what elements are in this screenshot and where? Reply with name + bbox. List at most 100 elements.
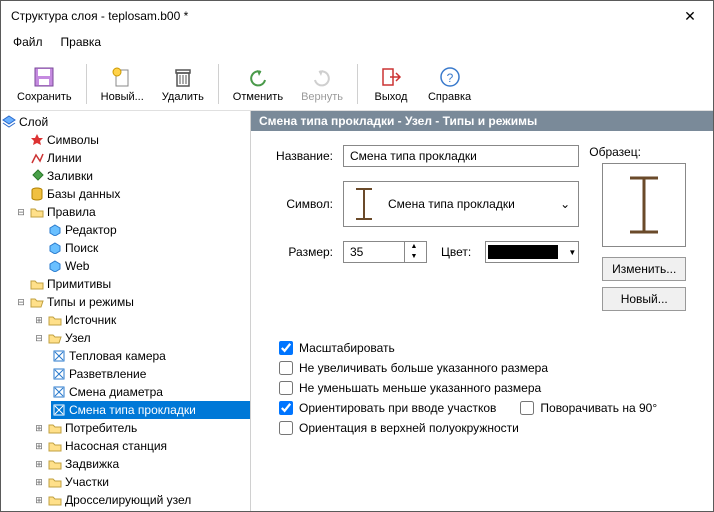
color-label: Цвет: <box>441 245 471 259</box>
expand-icon[interactable]: ⊞ <box>33 314 45 326</box>
main-area: Слой Символы Линии Заливки Базы данных ⊟… <box>1 111 713 511</box>
new-icon <box>110 65 134 89</box>
new-symbol-button[interactable]: Новый... <box>602 287 686 311</box>
chevron-down-icon: ▼ <box>568 248 576 257</box>
folder-icon <box>47 456 63 472</box>
tree-branch[interactable]: Разветвление <box>51 365 250 383</box>
mode-icon <box>51 348 67 364</box>
menu-edit[interactable]: Правка <box>55 33 108 51</box>
tree-consumer[interactable]: ⊞Потребитель <box>33 419 250 437</box>
expand-icon[interactable]: ⊞ <box>33 476 45 488</box>
mode-icon <box>51 402 67 418</box>
size-label: Размер: <box>269 245 333 259</box>
svg-text:?: ? <box>446 71 453 85</box>
tree-node[interactable]: ⊟Узел <box>33 329 250 347</box>
tree-db[interactable]: Базы данных <box>15 185 250 203</box>
window-title: Структура слоя - teplosam.b00 * <box>11 9 188 23</box>
save-button[interactable]: Сохранить <box>9 58 80 110</box>
size-stepper[interactable]: ▲▼ <box>343 241 427 263</box>
check-rot90[interactable]: Поворачивать на 90° <box>520 401 657 415</box>
spin-up-icon[interactable]: ▲ <box>405 242 423 252</box>
collapse-icon[interactable]: ⊟ <box>33 332 45 344</box>
tree-diam[interactable]: Смена диаметра <box>51 383 250 401</box>
tree-primitives[interactable]: Примитивы <box>15 275 250 293</box>
tree-heat[interactable]: Тепловая камера <box>51 347 250 365</box>
chevron-down-icon: ⌄ <box>560 197 570 211</box>
check-scale[interactable]: Масштабировать <box>279 341 695 355</box>
collapse-icon[interactable]: ⊟ <box>15 206 27 218</box>
expand-icon[interactable]: ⊞ <box>33 440 45 452</box>
db-icon <box>29 186 45 202</box>
change-button[interactable]: Изменить... <box>602 257 686 281</box>
tree-sections[interactable]: ⊞Участки <box>33 473 250 491</box>
undo-button[interactable]: Отменить <box>225 58 291 110</box>
cube-icon <box>47 240 63 256</box>
exit-icon <box>379 65 403 89</box>
checkbox-group: Масштабировать Не увеличивать больше ука… <box>251 331 713 445</box>
panel-header: Смена типа прокладки - Узел - Типы и реж… <box>251 111 713 131</box>
delete-button[interactable]: Удалить <box>154 58 212 110</box>
tree-source[interactable]: ⊞Источник <box>33 311 250 329</box>
close-icon[interactable]: ✕ <box>675 8 705 25</box>
folder-icon <box>47 420 63 436</box>
help-icon: ? <box>438 65 462 89</box>
tree-ctp[interactable]: ⊞ЦТП <box>33 509 250 511</box>
cube-icon <box>47 258 63 274</box>
tree-types[interactable]: ⊟Типы и режимы <box>15 293 250 311</box>
folder-open-icon <box>47 330 63 346</box>
tree-rules[interactable]: ⊟Правила <box>15 203 250 221</box>
tree-symbols[interactable]: Символы <box>15 131 250 149</box>
folder-icon <box>47 438 63 454</box>
tree-editor[interactable]: Редактор <box>33 221 250 239</box>
tree-root[interactable]: Слой <box>1 113 250 131</box>
spin-down-icon[interactable]: ▼ <box>405 252 423 262</box>
redo-icon <box>310 65 334 89</box>
color-select[interactable]: ▼ <box>485 241 579 263</box>
tree-search[interactable]: Поиск <box>33 239 250 257</box>
undo-icon <box>246 65 270 89</box>
menu-file[interactable]: Файл <box>7 33 49 51</box>
content-pane: Смена типа прокладки - Узел - Типы и реж… <box>251 111 713 511</box>
name-label: Название: <box>269 149 333 163</box>
check-orient[interactable]: Ориентировать при вводе участков <box>279 401 496 415</box>
symbol-value: Смена типа прокладки <box>388 197 515 211</box>
mode-icon <box>51 384 67 400</box>
tree-web[interactable]: Web <box>33 257 250 275</box>
menubar: Файл Правка <box>1 31 713 53</box>
tree-pump[interactable]: ⊞Насосная станция <box>33 437 250 455</box>
toolbar: Сохранить Новый... Удалить Отменить Верн… <box>1 53 713 111</box>
tree-lay[interactable]: Смена типа прокладки <box>51 401 250 419</box>
folder-icon <box>47 510 63 511</box>
help-button[interactable]: ? Справка <box>420 58 479 110</box>
check-nogrow[interactable]: Не увеличивать больше указанного размера <box>279 361 695 375</box>
expand-icon[interactable]: ⊞ <box>33 494 45 506</box>
folder-open-icon <box>29 294 45 310</box>
exit-button[interactable]: Выход <box>364 58 418 110</box>
symbol-select[interactable]: Смена типа прокладки ⌄ <box>343 181 579 227</box>
tree-throttle[interactable]: ⊞Дросселирующий узел <box>33 491 250 509</box>
mode-icon <box>51 366 67 382</box>
check-noshrink[interactable]: Не уменьшать меньше указанного размера <box>279 381 695 395</box>
collapse-icon[interactable]: ⊟ <box>15 296 27 308</box>
tree-fills[interactable]: Заливки <box>15 167 250 185</box>
tree-lines[interactable]: Линии <box>15 149 250 167</box>
tree-pane[interactable]: Слой Символы Линии Заливки Базы данных ⊟… <box>1 111 251 511</box>
folder-icon <box>47 492 63 508</box>
expand-icon[interactable]: ⊞ <box>33 458 45 470</box>
symbol-label: Символ: <box>269 197 333 211</box>
new-button[interactable]: Новый... <box>93 58 152 110</box>
redo-button[interactable]: Вернуть <box>293 58 351 110</box>
bucket-icon <box>29 168 45 184</box>
check-upper[interactable]: Ориентация в верхней полуокружности <box>279 421 695 435</box>
folder-icon <box>29 276 45 292</box>
expand-icon[interactable]: ⊞ <box>33 422 45 434</box>
tree-valve[interactable]: ⊞Задвижка <box>33 455 250 473</box>
color-swatch <box>488 245 558 259</box>
layers-icon <box>1 114 17 130</box>
name-input[interactable] <box>343 145 579 167</box>
symbol-preview-icon <box>352 186 376 222</box>
trash-icon <box>171 65 195 89</box>
sample-label: Образец: <box>589 145 641 159</box>
folder-icon <box>47 312 63 328</box>
size-input[interactable] <box>344 242 404 262</box>
